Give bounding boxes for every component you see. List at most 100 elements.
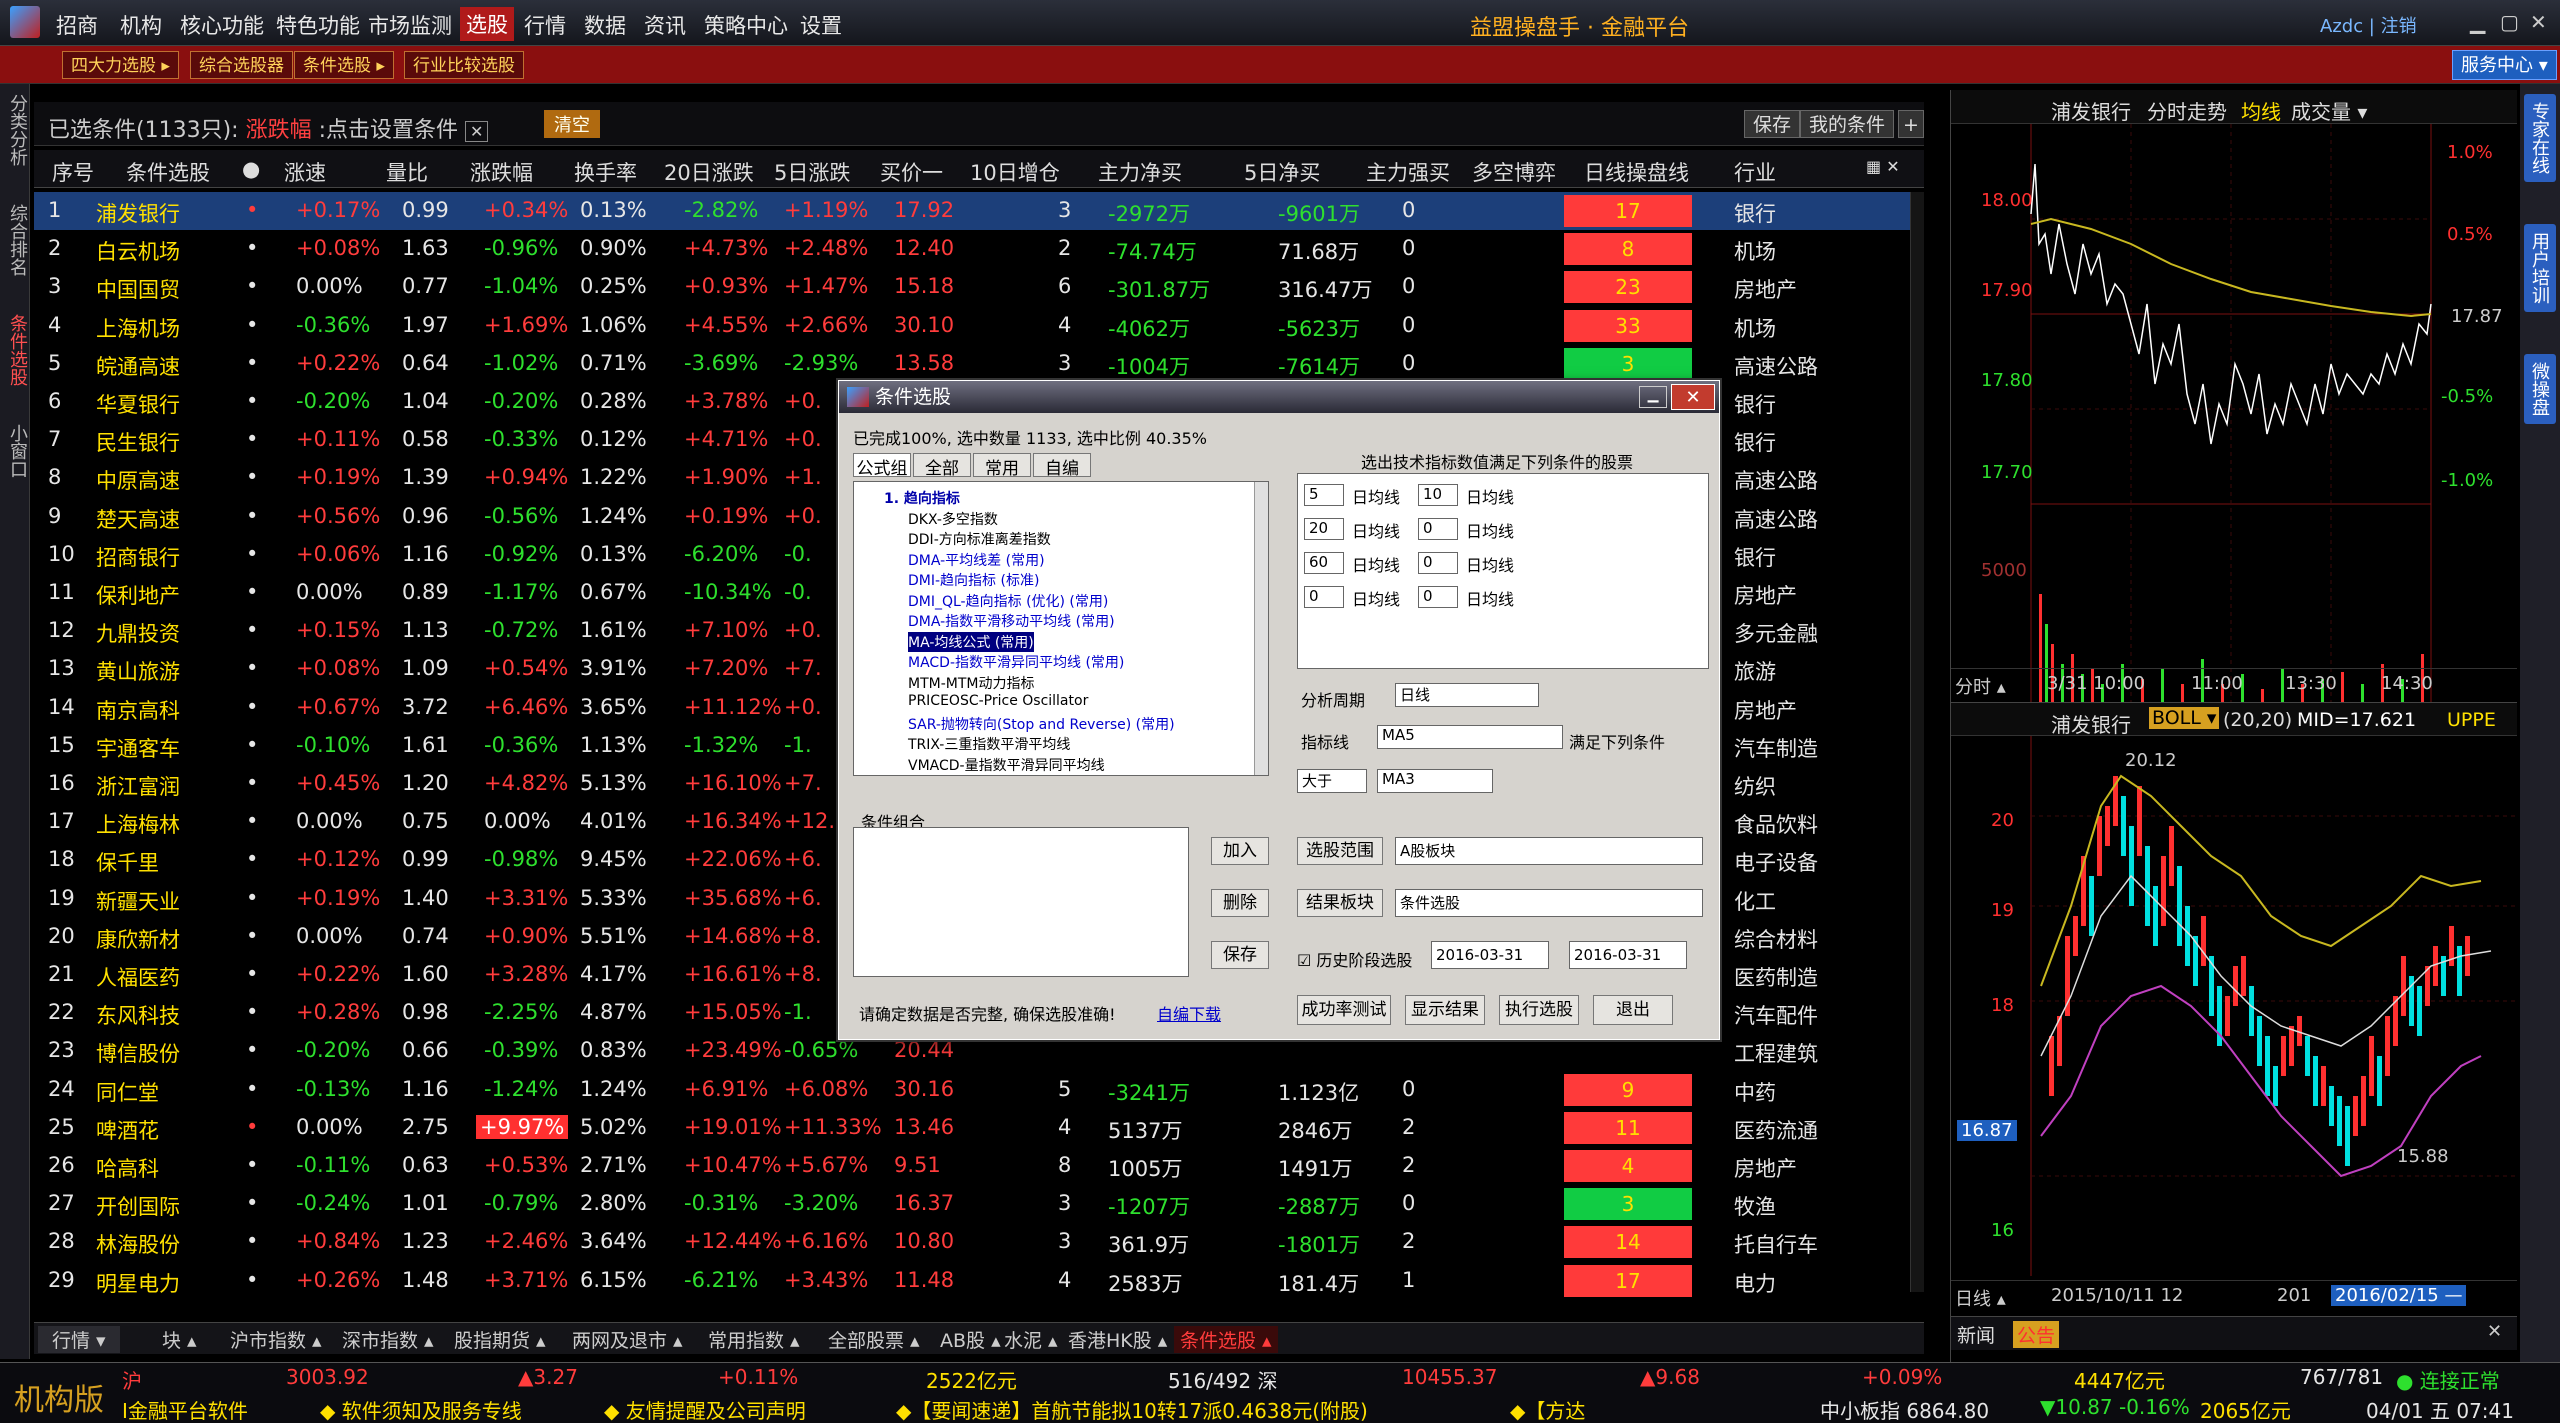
compare-select[interactable]: 大于 [1297, 769, 1367, 793]
dialog-tab-common[interactable]: 常用 [973, 453, 1031, 479]
left-tab-condition[interactable]: 条件选股 [4, 314, 30, 386]
market-tab[interactable]: 水泥 ▴ [1004, 1326, 1058, 1353]
minimize-icon[interactable]: ▁ [2470, 10, 2485, 34]
history-start-date[interactable]: 2016-03-31 [1431, 941, 1549, 969]
kline-period-toggle[interactable]: 日线 ▴ [1955, 1285, 2006, 1311]
toolbar-button-fourforce[interactable]: 四大力选股 ▸ [62, 51, 179, 79]
col-header-mainnet[interactable]: 主力净买 [1098, 157, 1182, 187]
toolbar-button-industry[interactable]: 行业比较选股 [404, 51, 524, 79]
save-condition-button[interactable]: 保存 [1744, 110, 1801, 138]
param-input[interactable]: 5 [1304, 484, 1344, 506]
col-header-volratio[interactable]: 量比 [386, 157, 428, 187]
col-header-mainbuy[interactable]: 主力强买 [1366, 157, 1450, 187]
result-board-button[interactable]: 结果板块 [1297, 889, 1383, 917]
col-header-20d[interactable]: 20日涨跌 [664, 157, 754, 187]
market-tab[interactable]: 沪市指数 ▴ [230, 1326, 322, 1353]
condition-name[interactable]: 涨跌幅 [246, 118, 312, 143]
period-select[interactable]: 日线 [1395, 683, 1539, 707]
tree-item[interactable]: MACD-指数平滑异同平均线 (常用) [908, 652, 1124, 672]
history-checkbox[interactable]: ☑ 历史阶段选股 [1297, 947, 1412, 971]
indicator-tree[interactable]: 1. 趋向指标 DKX-多空指数 DDI-方向标准离差指数 DMA-平均线差 (常用)… [853, 481, 1269, 776]
menu-strategy[interactable]: 策略中心 [704, 10, 788, 40]
left-tab-analysis[interactable]: 分类分析 [4, 94, 30, 166]
param-input[interactable]: 0 [1418, 586, 1458, 608]
ticker-service[interactable]: ◆ 软件须知及服务专线 [320, 1395, 522, 1423]
range-field[interactable]: A股板块 [1395, 837, 1703, 865]
market-tab[interactable]: AB股 ▴ [940, 1326, 1001, 1353]
col-header-game[interactable]: 多空博弈 [1472, 157, 1556, 187]
col-header-5dnet[interactable]: 5日净买 [1244, 157, 1320, 187]
custom-download-link[interactable]: 自编下载 [1157, 1001, 1221, 1025]
table-row[interactable]: 28 林海股份 • +0.84% 1.23 +2.46% 3.64% +12.44% +6.16… [34, 1223, 1910, 1261]
menu-news[interactable]: 资讯 [644, 10, 686, 40]
menu-stockpick[interactable]: 选股 [460, 7, 514, 41]
news-close-icon[interactable]: ✕ [2487, 1321, 2502, 1342]
param-input[interactable]: 20 [1304, 518, 1344, 540]
menu-settings[interactable]: 设置 [800, 10, 842, 40]
delete-condition-button[interactable]: 删除 [1211, 889, 1269, 917]
show-result-button[interactable]: 显示结果 [1405, 995, 1485, 1025]
tree-item[interactable]: DMI_QL-趋向指标 (优化) (常用) [908, 591, 1108, 611]
success-test-button[interactable]: 成功率测试 [1297, 995, 1391, 1025]
table-scrollbar[interactable] [1910, 192, 1924, 1292]
col-header-bid[interactable]: 买价一 [880, 157, 943, 187]
param-input[interactable]: 10 [1418, 484, 1458, 506]
left-tab-ranking[interactable]: 综合排名 [4, 204, 30, 276]
my-conditions-button[interactable]: 我的条件 [1800, 110, 1895, 138]
result-board-field[interactable]: 条件选股 [1395, 889, 1703, 917]
menu-jigou[interactable]: 机构 [120, 10, 162, 40]
combo-list[interactable] [853, 827, 1189, 977]
exit-button[interactable]: 退出 [1593, 995, 1673, 1025]
news-tab[interactable]: 新闻 [1957, 1321, 1995, 1348]
tree-group[interactable]: 1. 趋向指标 [884, 488, 960, 508]
dialog-close-icon[interactable]: ✕ [1671, 384, 1715, 410]
col-header-change[interactable]: 涨跌幅 [470, 157, 533, 187]
param-input[interactable]: 0 [1418, 552, 1458, 574]
market-tab[interactable]: 香港HK股 ▴ [1068, 1326, 1167, 1353]
dialog-tab-all[interactable]: 全部 [913, 453, 971, 479]
market-tab[interactable]: 常用指数 ▴ [708, 1326, 800, 1353]
market-tab[interactable]: 行情 ▾ [38, 1326, 120, 1353]
table-row[interactable]: 5 皖通高速 • +0.22% 0.64 -1.02% 0.71% -3.69% -2.93% 1… [34, 345, 1910, 383]
param-input[interactable]: 60 [1304, 552, 1344, 574]
intraday-mode-toggle[interactable]: 分时 ▴ [1955, 673, 2006, 699]
maximize-icon[interactable]: ▢ [2500, 10, 2519, 34]
tree-item[interactable]: VMACD-量指数平滑异同平均线 [908, 755, 1105, 775]
tree-item[interactable]: MA-均线公式 (常用) [908, 631, 1034, 652]
menu-quote[interactable]: 行情 [524, 10, 566, 40]
save-combo-button[interactable]: 保存 [1211, 941, 1269, 969]
ticker-news-2[interactable]: ◆【方达 [1510, 1395, 1585, 1423]
tree-item[interactable]: DMA-指数平滑移动平均线 (常用) [908, 611, 1115, 631]
left-tab-smallwin[interactable]: 小窗口 [4, 424, 30, 478]
col-header-10dpos[interactable]: 10日增仓 [970, 157, 1060, 187]
table-row[interactable]: 3 中国国贸 • 0.00% 0.77 -1.04% 0.25% +0.93% +1.47% 15… [34, 268, 1910, 306]
col-header-dayline[interactable]: 日线操盘线 [1584, 157, 1689, 187]
tree-item[interactable]: DKX-多空指数 [908, 509, 998, 529]
param-input[interactable]: 0 [1304, 586, 1344, 608]
table-row[interactable]: 1 浦发银行 • +0.17% 0.99 +0.34% 0.13% -2.82% +1.19% 1… [34, 192, 1910, 230]
table-row[interactable]: 29 明星电力 • +0.26% 1.48 +3.71% 6.15% -6.21% +3.43%… [34, 1262, 1910, 1300]
tree-item[interactable]: TRIX-三重指数平滑平均线 [908, 734, 1070, 754]
condition-hint[interactable]: :点击设置条件 [319, 118, 458, 143]
close-icon[interactable]: ✕ [2530, 10, 2547, 34]
col-header-turnover[interactable]: 换手率 [574, 157, 637, 187]
tree-item[interactable]: DMA-平均线差 (常用) [908, 550, 1045, 570]
condition-close-icon[interactable]: ✕ [465, 121, 489, 142]
market-tab[interactable]: 块 ▴ [162, 1326, 197, 1353]
dialog-tab-formula[interactable]: 公式组 [853, 453, 911, 479]
kline-chart[interactable] [1951, 736, 2517, 1296]
tree-item[interactable]: SAR-抛物转向(Stop and Reverse) (常用) [908, 714, 1175, 734]
indicator-select[interactable]: MA5 [1377, 725, 1563, 749]
kline-indicator-select[interactable]: BOLL ▾ [2149, 707, 2220, 729]
col-header-name[interactable]: 条件选股 [126, 157, 210, 187]
connection-status[interactable]: ● 连接正常 [2396, 1365, 2500, 1394]
col-header-5d[interactable]: 5日涨跌 [774, 157, 850, 187]
col-header-index[interactable]: 序号 [52, 157, 94, 187]
history-end-date[interactable]: 2016-03-31 [1569, 941, 1687, 969]
menu-core[interactable]: 核心功能 [180, 10, 264, 40]
ticker-notice[interactable]: ◆ 友情提醒及公司声明 [604, 1395, 806, 1423]
market-tab[interactable]: 两网及退市 ▴ [572, 1326, 683, 1353]
col-header-dot[interactable]: ● [242, 157, 260, 181]
compare-value-select[interactable]: MA3 [1377, 769, 1493, 793]
intraday-vol-label[interactable]: 成交量 ▾ [2291, 96, 2367, 125]
